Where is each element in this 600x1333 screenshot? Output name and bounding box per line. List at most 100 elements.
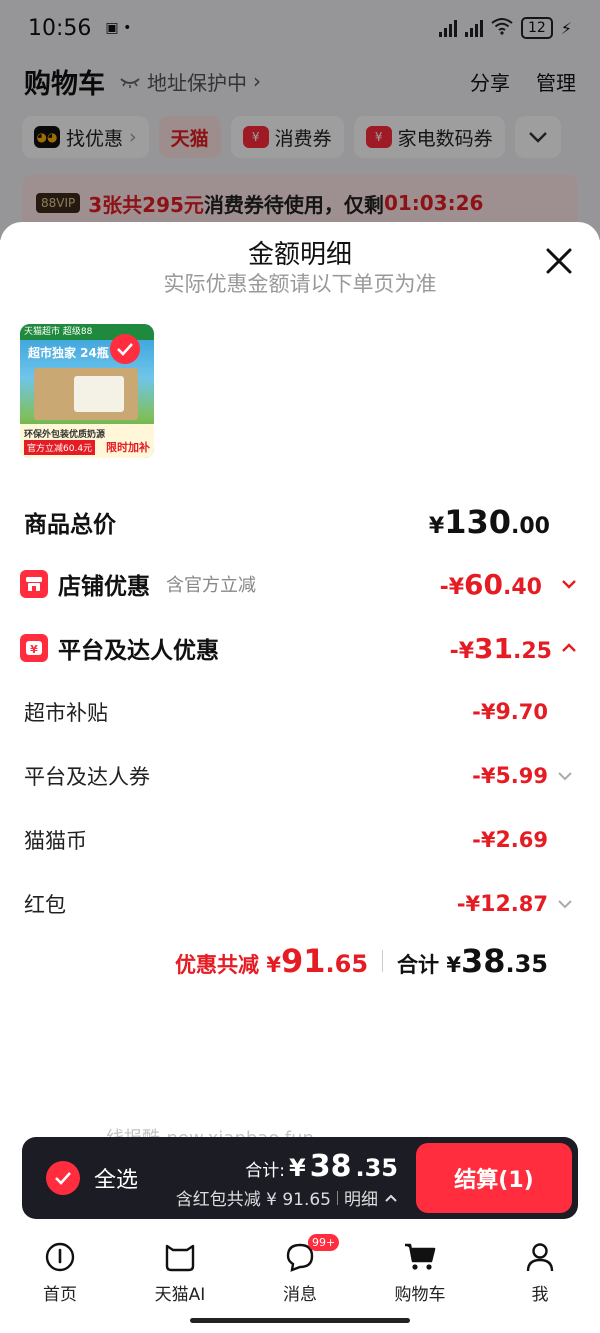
- checkout-detail[interactable]: 含红包共减 ¥ 91.65 明细: [176, 1185, 398, 1210]
- divider: [382, 950, 384, 972]
- sheet-subtitle: 实际优惠金额请以下单页为准: [163, 272, 437, 296]
- checkout-total: 合计: ¥38.35: [245, 1149, 398, 1184]
- store-icon: [20, 570, 48, 598]
- tab-home[interactable]: 首页: [0, 1230, 120, 1310]
- detail-link: 明细: [344, 1190, 378, 1210]
- row-label-group: ¥ 平台及达人优惠: [20, 631, 219, 665]
- select-all-toggle[interactable]: 全选: [46, 1161, 138, 1195]
- row-red-packet[interactable]: 红包 -¥ 12.87: [0, 882, 600, 926]
- chevron-down-icon: [558, 772, 572, 781]
- amount-decimal: .25: [513, 638, 552, 664]
- tab-me[interactable]: 我: [480, 1230, 600, 1310]
- currency-symbol: ¥: [289, 1154, 306, 1182]
- profile-icon: [523, 1240, 557, 1274]
- chevron-up-icon: [385, 1194, 397, 1202]
- home-indicator: [190, 1318, 410, 1323]
- row-label: 超市补贴: [24, 701, 108, 725]
- row-total-price: 商品总价 ¥130.00: [0, 500, 600, 544]
- tab-tmall-ai[interactable]: 天猫AI: [120, 1230, 240, 1310]
- currency-symbol: ¥: [428, 514, 445, 539]
- row-amount: -¥ 31.25: [450, 632, 552, 665]
- currency-symbol: -¥: [472, 827, 496, 852]
- row-platform-discount[interactable]: ¥ 平台及达人优惠 -¥ 31.25: [0, 626, 600, 670]
- amount-integer: 31: [474, 631, 514, 665]
- amount-integer: 60: [464, 567, 504, 601]
- row-label-group: 店铺优惠 含官方立减: [20, 567, 256, 601]
- thumb-slogan: 超市独家 24瓶: [28, 346, 109, 360]
- check-icon: [46, 1161, 80, 1195]
- row-store-discount[interactable]: 店铺优惠 含官方立减 -¥ 60.40: [0, 562, 600, 606]
- amount-integer: 130: [444, 503, 512, 541]
- amount-decimal: .70: [510, 699, 548, 724]
- tab-messages[interactable]: 消息: [240, 1230, 360, 1310]
- row-amount: -¥ 60.40: [440, 568, 542, 601]
- chevron-down-icon: [562, 580, 576, 589]
- amount-decimal: .35: [355, 1154, 398, 1182]
- tab-cart[interactable]: 购物车: [360, 1230, 480, 1310]
- row-amount: ¥130.00: [429, 503, 550, 541]
- checkout-bar: 全选 合计: ¥38.35 含红包共减 ¥ 91.65 明细 结算(1): [22, 1137, 578, 1219]
- chevron-down-icon: [558, 900, 572, 909]
- total-label: 合计:: [245, 1161, 286, 1181]
- currency-symbol: -¥: [456, 891, 481, 916]
- cart-icon: [403, 1240, 437, 1274]
- row-cat-coin: 猫猫币 -¥ 2.69: [0, 818, 600, 862]
- total-discount: 优惠共减 ¥91.65: [175, 942, 368, 980]
- currency-symbol: ¥: [266, 953, 281, 977]
- currency-symbol: -¥: [472, 763, 496, 788]
- amount-decimal: .69: [510, 827, 548, 852]
- row-amount: -¥ 9.70: [472, 700, 548, 725]
- amount-decimal: .99: [510, 763, 548, 788]
- tab-label: 消息: [283, 1285, 317, 1305]
- selected-check-icon: [110, 334, 140, 364]
- total-label: 合计: [397, 953, 440, 977]
- amount-integer: 38: [309, 1149, 352, 1184]
- modal-overlay[interactable]: [0, 0, 600, 240]
- row-label: 店铺优惠: [58, 574, 150, 600]
- thumb-line1: 环保外包装优质奶源: [24, 430, 106, 440]
- amount-integer: 38: [460, 942, 506, 980]
- currency-symbol: -¥: [472, 699, 496, 724]
- grand-total: 合计 ¥38.35: [397, 942, 548, 980]
- tab-label: 首页: [43, 1285, 77, 1305]
- row-label: 平台及达人券: [24, 765, 150, 789]
- row-label: 猫猫币: [24, 829, 87, 853]
- divider: [337, 1190, 338, 1205]
- amount-decimal: .00: [511, 514, 550, 539]
- product-thumbnail[interactable]: 天猫超市 超级88 超市独家 24瓶 环保外包装优质奶源 官方立减60.4元 限…: [20, 324, 154, 458]
- discount-summary: 优惠共减 ¥91.65 合计 ¥38.35: [175, 942, 548, 980]
- thumb-line3: 限时加补: [106, 441, 150, 454]
- coupon-icon: ¥: [20, 634, 48, 662]
- amount-integer: 2: [495, 827, 511, 853]
- home-icon: [43, 1240, 77, 1274]
- row-label: 平台及达人优惠: [58, 638, 219, 664]
- tab-label: 我: [531, 1285, 549, 1305]
- milk-box-image: [34, 368, 138, 420]
- sheet-title: 金额明细: [247, 240, 352, 270]
- chevron-up-icon: [562, 643, 576, 652]
- row-label: 商品总价: [24, 512, 116, 538]
- row-amount: -¥ 2.69: [472, 828, 548, 853]
- amount-integer: 5: [495, 763, 511, 789]
- amount-integer: 9: [495, 699, 511, 725]
- currency-symbol: -¥: [449, 638, 475, 664]
- row-amount: -¥ 12.87: [457, 892, 548, 917]
- amount-integer: 91: [280, 942, 326, 980]
- amount-decimal: .35: [505, 950, 548, 978]
- close-icon: [546, 248, 572, 274]
- row-platform-coupon[interactable]: 平台及达人券 -¥ 5.99: [0, 754, 600, 798]
- bottom-tab-bar: 首页 天猫AI 消息 购物车 我 99+: [0, 1230, 600, 1310]
- close-button[interactable]: [542, 244, 576, 278]
- detail-text: 含红包共减 ¥ 91.65: [175, 1190, 331, 1210]
- tab-label: 购物车: [394, 1285, 446, 1305]
- row-amount: -¥ 5.99: [472, 764, 548, 789]
- svg-text:¥: ¥: [30, 643, 38, 656]
- row-label: 红包: [24, 893, 66, 917]
- discount-label: 优惠共减: [175, 953, 260, 977]
- amount-decimal: .87: [510, 891, 548, 916]
- checkout-button[interactable]: 结算(1): [416, 1143, 572, 1213]
- currency-symbol: ¥: [446, 953, 461, 977]
- amount-decimal: .65: [325, 950, 369, 978]
- amount-decimal: .40: [503, 574, 542, 600]
- select-all-label: 全选: [94, 1168, 139, 1193]
